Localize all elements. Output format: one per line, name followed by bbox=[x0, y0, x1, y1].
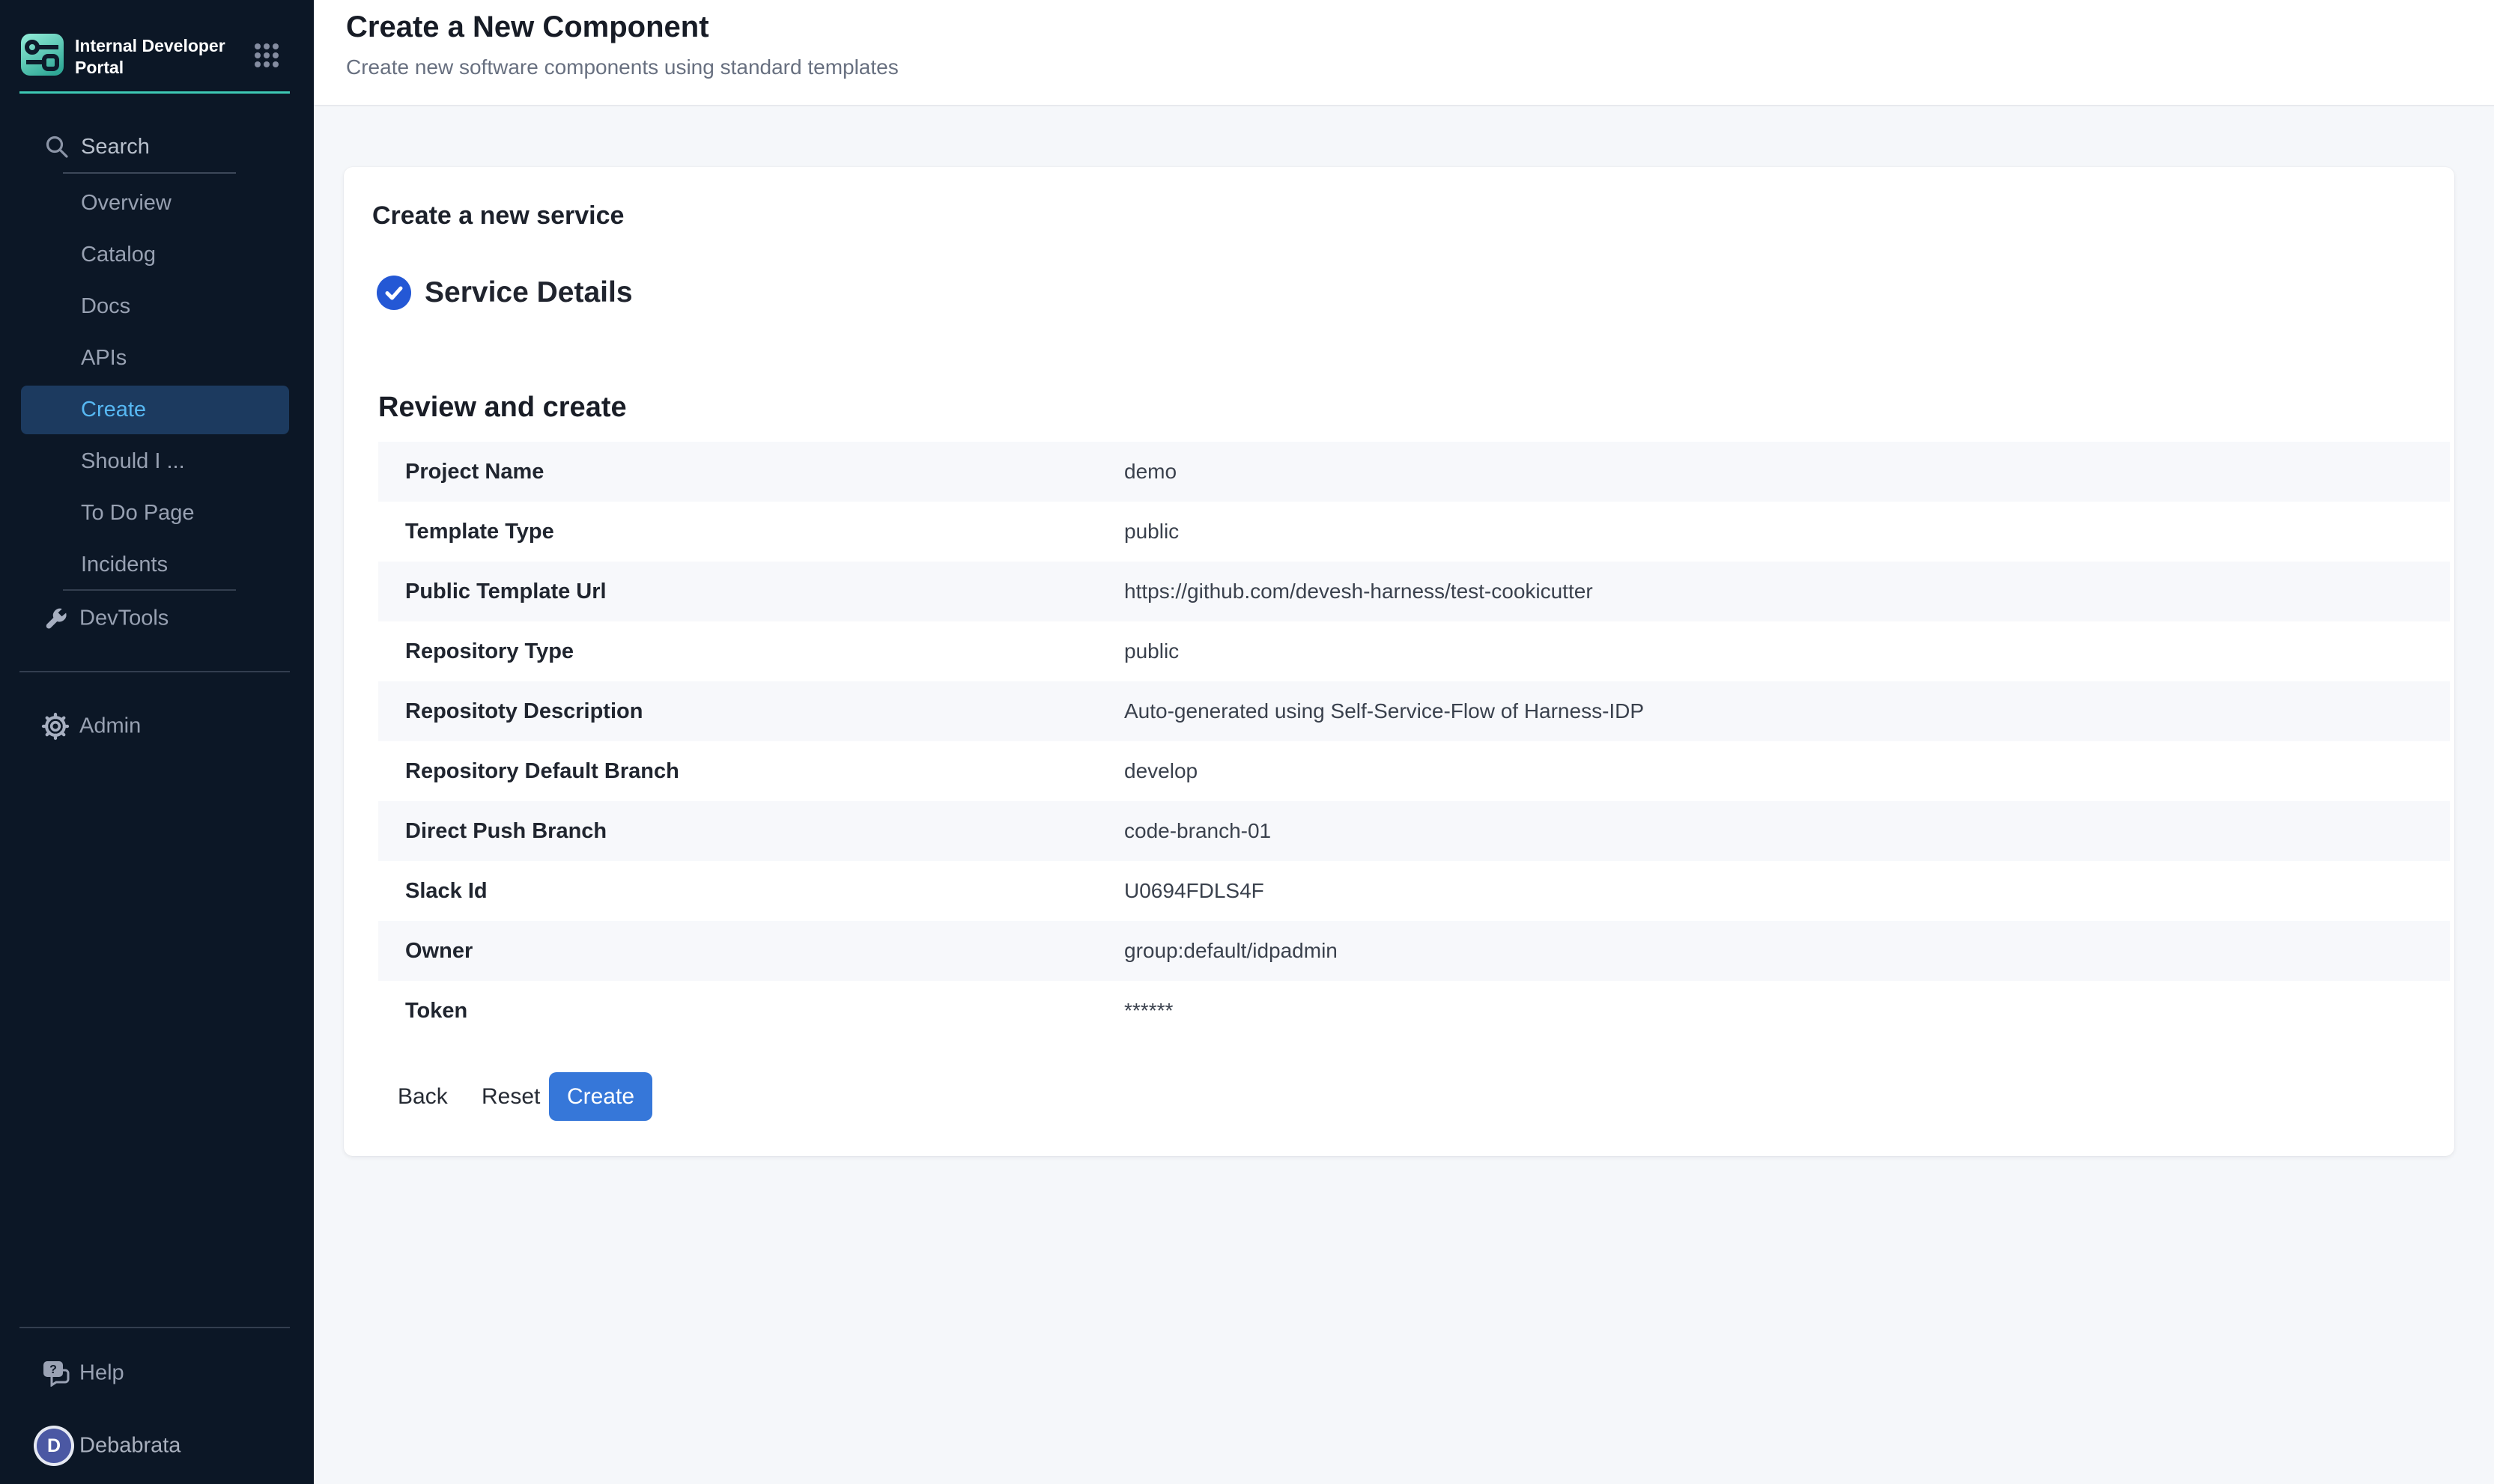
sidebar-nav: Overview Catalog Docs APIs Create Should… bbox=[21, 179, 289, 592]
field-value: group:default/idpadmin bbox=[1124, 939, 1338, 963]
search-label: Search bbox=[81, 135, 150, 159]
field-value: code-branch-01 bbox=[1124, 819, 1271, 843]
step-complete-icon bbox=[377, 276, 411, 310]
app-logo-icon[interactable] bbox=[21, 34, 64, 76]
sidebar-item-help-label: Help bbox=[79, 1361, 124, 1386]
sidebar-nav-item-label: Catalog bbox=[21, 243, 156, 267]
page-subtitle: Create new software components using sta… bbox=[346, 55, 899, 79]
field-label: Slack Id bbox=[378, 879, 1124, 904]
sidebar-nav-item-label: To Do Page bbox=[21, 501, 195, 526]
sidebar-nav-item[interactable]: Catalog bbox=[21, 231, 289, 279]
field-row: Token ****** bbox=[378, 981, 2450, 1041]
field-value: public bbox=[1124, 520, 1179, 544]
field-row: Direct Push Branch code-branch-01 bbox=[378, 801, 2450, 861]
field-value: ****** bbox=[1124, 999, 1173, 1023]
sidebar-item-devtools-label: DevTools bbox=[79, 606, 169, 631]
sidebar-nav-item[interactable]: Create bbox=[21, 386, 289, 434]
field-row: Public Template Url https://github.com/d… bbox=[378, 562, 2450, 621]
field-label: Repositoty Description bbox=[378, 699, 1124, 724]
field-value: public bbox=[1124, 639, 1179, 663]
gear-icon bbox=[41, 712, 70, 741]
sidebar-nav-item-label: APIs bbox=[21, 346, 127, 371]
sidebar-nav-item-label: Overview bbox=[21, 191, 172, 216]
page-header: Create a New Component Create new softwa… bbox=[314, 0, 2494, 106]
field-row: Repository Type public bbox=[378, 621, 2450, 681]
field-label: Token bbox=[378, 999, 1124, 1024]
field-value: Auto-generated using Self-Service-Flow o… bbox=[1124, 699, 1644, 723]
sidebar-nav-item[interactable]: Overview bbox=[21, 179, 289, 228]
sidebar-accent-divider bbox=[19, 91, 290, 94]
sidebar-nav-item-label: Incidents bbox=[21, 553, 168, 577]
card-title: Create a new service bbox=[372, 201, 624, 231]
sidebar-item-help[interactable]: ? Help bbox=[0, 1352, 314, 1394]
user-avatar: D bbox=[37, 1429, 71, 1463]
user-name: Debabrata bbox=[79, 1434, 180, 1459]
sidebar-nav-item[interactable]: Should I ... bbox=[21, 437, 289, 486]
svg-text:?: ? bbox=[49, 1363, 57, 1376]
field-label: Public Template Url bbox=[378, 580, 1124, 604]
field-row: Owner group:default/idpadmin bbox=[378, 921, 2450, 981]
sidebar-divider bbox=[19, 671, 290, 672]
sidebar-nav-item[interactable]: Incidents bbox=[21, 541, 289, 589]
sidebar-nav-item-label: Create bbox=[21, 398, 146, 422]
field-row: Repositoty Description Auto-generated us… bbox=[378, 681, 2450, 741]
field-row: Template Type public bbox=[378, 502, 2450, 562]
step-service-details: Service Details bbox=[377, 275, 633, 311]
main-content: Create a new service Service Details Rev… bbox=[314, 108, 2494, 1484]
search-underline bbox=[63, 172, 236, 174]
back-button[interactable]: Back bbox=[378, 1072, 467, 1121]
field-value: https://github.com/devesh-harness/test-c… bbox=[1124, 580, 1593, 603]
create-button[interactable]: Create bbox=[549, 1072, 652, 1121]
field-value: demo bbox=[1124, 460, 1177, 484]
field-label: Template Type bbox=[378, 520, 1124, 544]
field-label: Owner bbox=[378, 939, 1124, 964]
step-label: Service Details bbox=[425, 276, 633, 309]
field-label: Direct Push Branch bbox=[378, 819, 1124, 844]
sidebar-divider bbox=[63, 589, 236, 591]
field-label: Project Name bbox=[378, 460, 1124, 484]
sidebar-item-devtools[interactable]: DevTools bbox=[0, 597, 314, 639]
page-title: Create a New Component bbox=[346, 10, 709, 44]
field-row: Slack Id U0694FDLS4F bbox=[378, 861, 2450, 921]
field-label: Repository Type bbox=[378, 639, 1124, 664]
reset-button[interactable]: Reset bbox=[462, 1072, 559, 1121]
sidebar-search[interactable]: Search bbox=[0, 130, 314, 163]
search-icon bbox=[43, 133, 70, 160]
app-title: Internal Developer Portal bbox=[75, 35, 236, 79]
field-value: U0694FDLS4F bbox=[1124, 879, 1264, 903]
sidebar-nav-item-label: Should I ... bbox=[21, 449, 185, 474]
wrench-icon bbox=[41, 605, 68, 632]
sidebar-item-admin[interactable]: Admin bbox=[0, 705, 314, 747]
sidebar-nav-item-label: Docs bbox=[21, 294, 130, 319]
field-label: Repository Default Branch bbox=[378, 759, 1124, 784]
sidebar: Internal Developer Portal Search Overvie… bbox=[0, 0, 314, 1484]
review-section-title: Review and create bbox=[378, 392, 627, 424]
field-value: develop bbox=[1124, 759, 1198, 783]
review-table: Project Name demo Template Type public P… bbox=[378, 442, 2450, 1041]
field-row: Repository Default Branch develop bbox=[378, 741, 2450, 801]
sidebar-nav-item[interactable]: APIs bbox=[21, 334, 289, 383]
user-menu[interactable]: D Debabrata bbox=[0, 1423, 314, 1469]
sidebar-divider bbox=[19, 1327, 290, 1328]
sidebar-item-admin-label: Admin bbox=[79, 714, 141, 739]
sidebar-nav-item[interactable]: To Do Page bbox=[21, 489, 289, 538]
create-service-card: Create a new service Service Details Rev… bbox=[344, 167, 2454, 1156]
sidebar-nav-item[interactable]: Docs bbox=[21, 282, 289, 331]
help-chat-icon: ? bbox=[41, 1360, 71, 1387]
field-row: Project Name demo bbox=[378, 442, 2450, 502]
apps-grid-icon[interactable] bbox=[253, 42, 280, 69]
